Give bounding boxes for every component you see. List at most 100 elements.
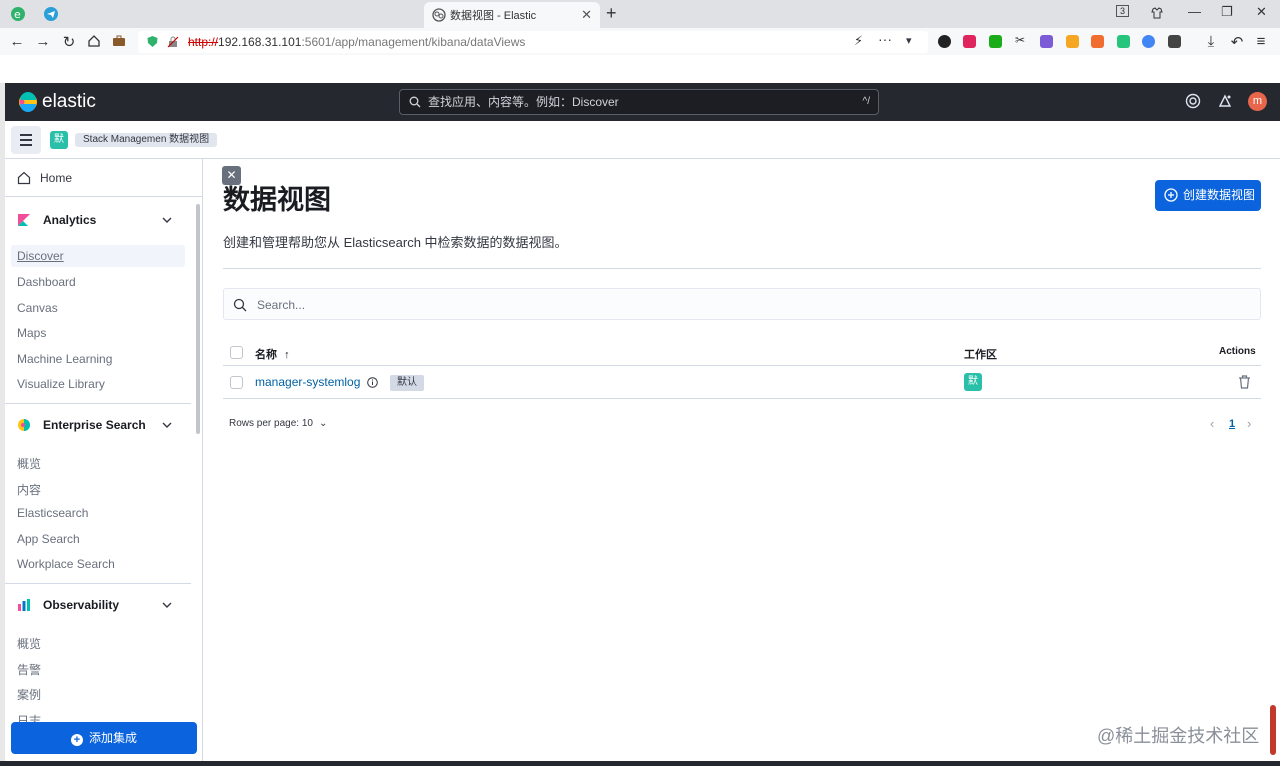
downloads-icon[interactable]: ⤓ — [1202, 33, 1220, 50]
url-field[interactable]: http://192.168.31.101:5601/app/managemen… — [138, 31, 928, 53]
nav-item-cases[interactable]: 案例 — [17, 686, 41, 703]
search-shortcut-hint: ^/ — [862, 96, 870, 107]
data-view-link[interactable]: manager-systemlog — [255, 375, 360, 389]
home-icon — [17, 171, 31, 185]
back-icon[interactable]: ← — [8, 33, 26, 50]
telegram-icon[interactable] — [43, 6, 59, 22]
pagination-next-icon[interactable]: › — [1247, 416, 1251, 431]
minimize-icon[interactable]: — — [1188, 4, 1201, 19]
tab-favicon-icon — [432, 8, 446, 22]
extension-scissors-icon[interactable]: ✂ — [1015, 33, 1028, 47]
briefcase-icon[interactable] — [112, 34, 126, 48]
kibana-icon — [18, 214, 30, 226]
extension-shield-icon[interactable] — [1066, 35, 1079, 48]
space-badge[interactable]: 默 — [964, 373, 982, 391]
extensions-grid-icon[interactable] — [1168, 35, 1181, 48]
home-browser-icon[interactable] — [87, 34, 101, 48]
extension-translate-icon[interactable] — [1040, 35, 1053, 48]
kibana-header: elastic ^/ m — [5, 83, 1280, 121]
nav-item-app-search[interactable]: App Search — [17, 532, 80, 546]
extension-color-icon[interactable] — [1142, 35, 1155, 48]
extension-download-icon[interactable] — [1117, 35, 1130, 48]
add-integration-button[interactable]: + 添加集成 — [11, 722, 197, 754]
undo-icon[interactable]: ↶ — [1228, 33, 1246, 51]
browser-tab-strip: e 数据视图 - Elastic ✕ + 3 — ❐ ✕ — [0, 0, 1280, 28]
hamburger-icon-line — [20, 139, 32, 141]
nav-item-alerts[interactable]: 告警 — [17, 661, 41, 678]
nav-item-maps[interactable]: Maps — [17, 326, 46, 340]
nav-item-visualize-library[interactable]: Visualize Library — [17, 377, 105, 391]
add-integration-label: 添加集成 — [88, 731, 137, 745]
nav-group-analytics: Analytics — [5, 208, 191, 234]
nav-group-header-observability[interactable]: Observability — [5, 593, 191, 619]
chevron-down-icon[interactable] — [161, 599, 173, 611]
shirt-icon[interactable] — [1150, 6, 1164, 20]
nav-item-canvas[interactable]: Canvas — [17, 301, 58, 315]
nav-item-machine-learning[interactable]: Machine Learning — [17, 352, 112, 366]
search-icon — [233, 298, 247, 312]
tab-count-badge[interactable]: 3 — [1116, 5, 1130, 17]
data-view-search[interactable] — [223, 288, 1261, 320]
dropdown-chevron-icon[interactable]: ▾ — [906, 34, 912, 47]
select-all-checkbox[interactable] — [230, 346, 243, 359]
create-data-view-button[interactable]: 创建数据视图 — [1155, 180, 1261, 211]
tab-close-icon[interactable]: ✕ — [581, 7, 592, 23]
nav-item-discover[interactable]: Discover — [11, 245, 185, 267]
reload-icon[interactable]: ↻ — [60, 33, 78, 51]
nav-item-es-overview[interactable]: 概览 — [17, 455, 41, 472]
help-icon[interactable] — [1185, 93, 1201, 109]
row-checkbox[interactable] — [230, 376, 243, 389]
extension-video-icon[interactable] — [963, 35, 976, 48]
rows-per-page-select[interactable]: Rows per page: 10 ⌄ — [229, 418, 327, 429]
restore-icon[interactable]: ❐ — [1221, 4, 1233, 20]
forward-icon[interactable]: → — [34, 33, 52, 50]
table-row: manager-systemlog 默认 默 — [223, 366, 1261, 399]
lightning-icon[interactable]: ⚡ — [854, 33, 863, 49]
nav-group-header-analytics[interactable]: Analytics — [5, 208, 191, 234]
global-search-input[interactable] — [426, 92, 846, 112]
nav-menu-button[interactable] — [11, 126, 41, 154]
window-close-icon[interactable]: ✕ — [1256, 4, 1267, 20]
trash-icon[interactable] — [1238, 375, 1251, 389]
menu-icon[interactable]: ≡ — [1252, 33, 1270, 50]
table-header: 名称 ↑ 工作区 Actions — [223, 340, 1261, 366]
breadcrumb[interactable]: Stack Managemen 数据视图 — [75, 133, 218, 147]
nav-item-content[interactable]: 内容 — [17, 481, 41, 498]
space-selector-badge[interactable]: 默 — [50, 131, 68, 149]
pagination-prev-icon[interactable]: ‹ — [1210, 416, 1214, 431]
nav-item-elasticsearch[interactable]: Elasticsearch — [17, 506, 88, 520]
chevron-down-icon: ⌄ — [318, 418, 328, 429]
main-content: ✕ 数据视图 创建数据视图 创建和管理帮助您从 Elasticsearch 中检… — [204, 160, 1280, 761]
nav-item-dashboard[interactable]: Dashboard — [17, 275, 76, 289]
nav-scrollbar[interactable] — [196, 204, 200, 434]
nav-home-link[interactable]: Home — [5, 159, 202, 197]
nav-item-workplace-search[interactable]: Workplace Search — [17, 557, 115, 571]
nav-item-obs-overview[interactable]: 概览 — [17, 635, 41, 652]
browser-tab-active[interactable]: 数据视图 - Elastic ✕ — [424, 2, 600, 28]
elastic-logo-icon[interactable] — [18, 92, 38, 112]
hamburger-icon-line — [20, 144, 32, 146]
new-tab-button[interactable]: + — [606, 3, 617, 24]
elastic-wordmark[interactable]: elastic — [42, 91, 96, 113]
nav-group-title: Observability — [43, 598, 120, 612]
column-name-header[interactable]: 名称 ↑ — [255, 346, 290, 362]
chevron-down-icon[interactable] — [161, 214, 173, 226]
user-avatar[interactable]: m — [1248, 92, 1267, 111]
nav-group-header-enterprise-search[interactable]: Enterprise Search — [5, 413, 191, 439]
svg-text:e: e — [14, 8, 21, 21]
info-icon[interactable] — [367, 377, 378, 388]
bottom-edge — [0, 761, 1280, 766]
enterprise-search-icon — [18, 419, 30, 431]
plus-icon: + — [70, 734, 83, 746]
news-feed-icon[interactable] — [1217, 93, 1233, 109]
search-input[interactable] — [255, 295, 1155, 315]
extension-wechat-icon[interactable] — [989, 35, 1002, 48]
insecure-lock-icon[interactable] — [167, 36, 179, 48]
pagination-page-1[interactable]: 1 — [1229, 418, 1235, 430]
extension-infinity-icon[interactable] — [938, 35, 951, 48]
global-search[interactable]: ^/ — [399, 89, 879, 115]
plus-circle-icon — [1164, 188, 1178, 202]
chevron-down-icon[interactable] — [161, 419, 173, 431]
more-icon[interactable]: ··· — [878, 31, 892, 47]
extension-game-icon[interactable] — [1091, 35, 1104, 48]
